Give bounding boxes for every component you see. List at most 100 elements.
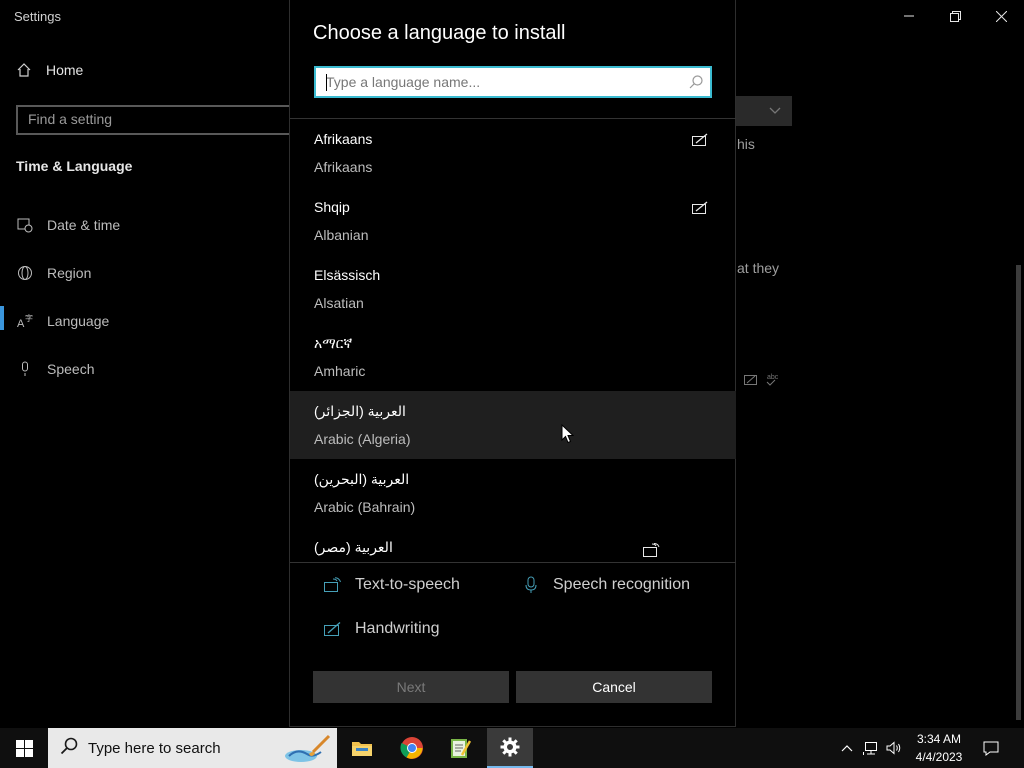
- language-icon: A字: [16, 312, 33, 329]
- microphone-icon: [521, 576, 541, 594]
- text-to-speech-icon: [323, 577, 343, 593]
- chrome-icon: [400, 737, 423, 759]
- globe-icon: [16, 264, 33, 281]
- handwriting-icon: [692, 133, 708, 152]
- language-native-name: አማርኛ: [314, 335, 353, 351]
- window-title: Settings: [14, 9, 61, 24]
- notification-icon: [983, 741, 999, 756]
- network-icon: [863, 742, 877, 755]
- text-caret: [326, 74, 327, 91]
- choose-language-dialog: Choose a language to install Afrikaans A…: [289, 0, 736, 727]
- language-list[interactable]: Afrikaans Afrikaans Shqip Albanian Elsäs…: [290, 119, 736, 562]
- language-english-name: Albanian: [314, 227, 369, 243]
- taskbar-notepad[interactable]: [437, 728, 483, 768]
- background-text-fragment: at they: [737, 260, 780, 276]
- mouse-cursor-icon: [561, 424, 574, 444]
- language-english-name: Alsatian: [314, 295, 364, 311]
- list-item[interactable]: Shqip Albanian: [290, 187, 736, 255]
- notepad-icon: [451, 739, 471, 758]
- language-english-name: Arabic (Bahrain): [314, 499, 416, 515]
- legend-speech-recognition: Speech recognition: [521, 576, 690, 594]
- restore-icon: [949, 10, 961, 22]
- list-item[interactable]: አማርኛ Amharic: [290, 323, 736, 391]
- minimize-button[interactable]: [886, 0, 932, 32]
- legend-handwriting: Handwriting: [323, 620, 439, 638]
- nav-selection-indicator: [0, 306, 4, 330]
- windows-logo-icon: [15, 739, 33, 757]
- taskbar-chrome[interactable]: [389, 728, 435, 768]
- background-text-fragment: his: [737, 136, 755, 152]
- restore-button[interactable]: [932, 0, 978, 32]
- scrollbar[interactable]: [1016, 265, 1021, 720]
- nav-item-label: Language: [47, 312, 110, 329]
- language-native-name: Shqip: [314, 199, 350, 215]
- language-english-name: Afrikaans: [314, 159, 373, 175]
- nav-section-title: Time & Language: [16, 158, 133, 174]
- clock-time: 3:34 AM: [916, 732, 962, 746]
- start-button[interactable]: [0, 728, 48, 768]
- language-native-name: العربية (الجزائر): [314, 403, 406, 419]
- language-search-input[interactable]: [316, 68, 710, 96]
- search-highlight-art-icon: [285, 734, 331, 762]
- search-icon[interactable]: [689, 75, 703, 94]
- nav-home-label: Home: [46, 62, 84, 78]
- language-search-box[interactable]: [314, 66, 712, 98]
- handwriting-icon: [692, 201, 708, 220]
- chevron-up-icon: [841, 745, 853, 752]
- nav-item-language[interactable]: A字 Language: [16, 312, 110, 329]
- background-dropdown[interactable]: [735, 96, 792, 126]
- nav-home[interactable]: Home: [16, 62, 83, 78]
- taskbar-settings[interactable]: [487, 728, 533, 768]
- taskbar-clock[interactable]: 3:34 AM 4/4/2023: [906, 730, 972, 766]
- folder-icon: [352, 742, 372, 756]
- legend-label: Handwriting: [355, 620, 440, 637]
- action-center-button[interactable]: [980, 728, 1002, 768]
- list-item[interactable]: Afrikaans Afrikaans: [290, 119, 736, 187]
- taskbar-search-placeholder: Type here to search: [88, 739, 221, 757]
- clock-date: 4/4/2023: [915, 750, 963, 764]
- list-item[interactable]: العربية (مصر): [290, 527, 736, 562]
- nav-item-date-time[interactable]: Date & time: [16, 216, 120, 233]
- text-to-speech-icon: [643, 543, 660, 562]
- list-item[interactable]: العربية (البحرين) Arabic (Bahrain): [290, 459, 736, 527]
- list-item[interactable]: Elsässisch Alsatian: [290, 255, 736, 323]
- microphone-icon: [16, 360, 33, 377]
- language-native-name: العربية (مصر): [314, 539, 393, 555]
- search-icon: [60, 737, 78, 760]
- calendar-clock-icon: [16, 216, 33, 233]
- nav-item-region[interactable]: Region: [16, 264, 91, 281]
- taskbar-file-explorer[interactable]: [339, 728, 385, 768]
- feature-icons-background: abc: [744, 374, 779, 386]
- taskbar-search-box[interactable]: Type here to search: [48, 728, 337, 768]
- close-icon: [995, 10, 1007, 22]
- svg-text:字: 字: [25, 313, 33, 323]
- chevron-down-icon: [769, 107, 781, 114]
- nav-item-label: Region: [47, 264, 92, 281]
- cancel-button[interactable]: Cancel: [516, 671, 712, 703]
- legend-label: Text-to-speech: [355, 576, 460, 593]
- svg-text:abc: abc: [767, 374, 779, 381]
- network-tray-icon[interactable]: [861, 728, 881, 768]
- gear-icon: [500, 737, 520, 757]
- language-english-name: Arabic (Algeria): [314, 431, 411, 447]
- language-native-name: Afrikaans: [314, 131, 373, 147]
- taskbar: Type here to search 3:34 AM 4/4/2023: [0, 728, 1024, 768]
- next-button[interactable]: Next: [313, 671, 509, 703]
- dialog-title: Choose a language to install: [313, 22, 566, 44]
- nav-item-label: Date & time: [47, 216, 121, 233]
- language-native-name: العربية (البحرين): [314, 471, 410, 487]
- svg-text:A: A: [17, 318, 25, 329]
- find-setting-input[interactable]: Find a setting: [16, 105, 298, 135]
- minimize-icon: [904, 15, 914, 17]
- nav-item-label: Speech: [47, 360, 95, 377]
- close-button[interactable]: [978, 0, 1024, 32]
- speaker-icon: [886, 741, 901, 755]
- legend-text-to-speech: Text-to-speech: [323, 576, 460, 594]
- show-hidden-icons-button[interactable]: [838, 728, 856, 768]
- home-icon: [17, 63, 31, 77]
- handwriting-icon: [323, 621, 343, 637]
- list-item[interactable]: العربية (الجزائر) Arabic (Algeria): [290, 391, 736, 459]
- nav-item-speech[interactable]: Speech: [16, 360, 94, 377]
- volume-tray-icon[interactable]: [884, 728, 904, 768]
- language-english-name: Amharic: [314, 363, 366, 379]
